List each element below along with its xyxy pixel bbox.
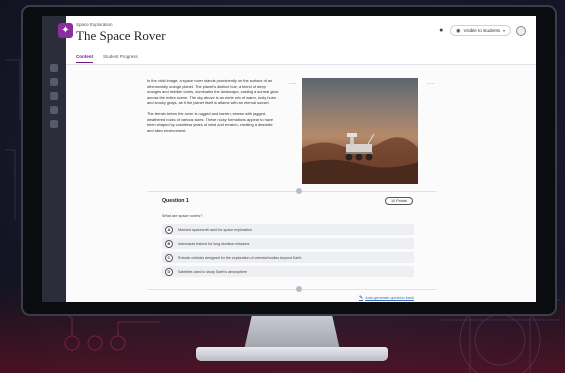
- option-letter-badge: C: [165, 253, 173, 262]
- question-title: Question 1: [162, 198, 189, 204]
- breadcrumb[interactable]: Space Exploration: [76, 22, 113, 27]
- visibility-dropdown[interactable]: ◉ Visible to students ▾: [450, 25, 511, 36]
- nav-icon[interactable]: [50, 64, 58, 72]
- answer-option-c[interactable]: C Robotic vehicles designed for the expl…: [162, 252, 414, 263]
- tab-student-progress[interactable]: Student Progress: [103, 54, 138, 63]
- option-letter-badge: A: [165, 225, 173, 234]
- chevron-down-icon: ▾: [502, 28, 505, 33]
- image-more-menu-icon[interactable]: ···: [427, 81, 435, 87]
- reading-passage: In the vivid image, a space rover stands…: [147, 78, 279, 138]
- nav-icon[interactable]: [50, 78, 58, 86]
- monitor-stand-base: [196, 347, 388, 361]
- option-text: Astronauts trained for long-duration mis…: [178, 241, 250, 246]
- settings-icon[interactable]: [516, 25, 526, 36]
- auto-generate-link[interactable]: ✎ Auto-generate question bank: [359, 295, 414, 301]
- auto-generate-label: Auto-generate question bank: [365, 296, 414, 300]
- location-pin-icon[interactable]: ●: [439, 27, 445, 35]
- option-letter-badge: D: [165, 267, 173, 276]
- option-text: Manned spacecraft used for space explora…: [178, 227, 252, 232]
- visibility-label: Visible to students: [463, 28, 500, 33]
- answer-option-a[interactable]: A Manned spacecraft used for space explo…: [162, 224, 414, 235]
- page-title: The Space Rover: [76, 28, 166, 43]
- add-content-handle[interactable]: [296, 286, 302, 292]
- header-actions: ● ◉ Visible to students ▾: [439, 25, 526, 36]
- question-prompt: What are space rovers?: [162, 214, 203, 218]
- rover-image[interactable]: [302, 78, 418, 184]
- section-divider: [147, 289, 437, 290]
- eye-icon: ◉: [456, 27, 461, 34]
- screen: ✦ Space Exploration The Space Rover ● ◉ …: [42, 16, 536, 302]
- magic-wand-icon: ✎: [359, 295, 364, 301]
- option-text: Robotic vehicles designed for the explor…: [178, 255, 302, 260]
- passage-paragraph: In the vivid image, a space rover stands…: [147, 78, 279, 106]
- tab-content[interactable]: Content: [76, 54, 93, 63]
- nav-icon[interactable]: [50, 120, 58, 128]
- option-letter-badge: B: [165, 239, 173, 248]
- points-badge: 10 Points: [385, 197, 413, 205]
- add-content-handle[interactable]: [296, 188, 302, 194]
- option-text: Satellites used to study Earth's atmosph…: [178, 269, 248, 274]
- passage-paragraph: The terrain below the rover is rugged an…: [147, 110, 274, 133]
- section-divider: [147, 191, 437, 192]
- monitor-stand-neck: [244, 316, 340, 350]
- lms-side-nav: [42, 16, 66, 302]
- nav-icon[interactable]: [50, 92, 58, 100]
- passage-more-menu-icon[interactable]: ···: [289, 81, 297, 87]
- answer-option-d[interactable]: D Satellites used to study Earth's atmos…: [162, 266, 414, 277]
- tab-bar: Content Student Progress: [76, 54, 138, 63]
- answer-option-b[interactable]: B Astronauts trained for long-duration m…: [162, 238, 414, 249]
- rover-illustration: [302, 133, 418, 184]
- nav-icon[interactable]: [50, 106, 58, 114]
- course-icon[interactable]: ✦: [58, 23, 73, 38]
